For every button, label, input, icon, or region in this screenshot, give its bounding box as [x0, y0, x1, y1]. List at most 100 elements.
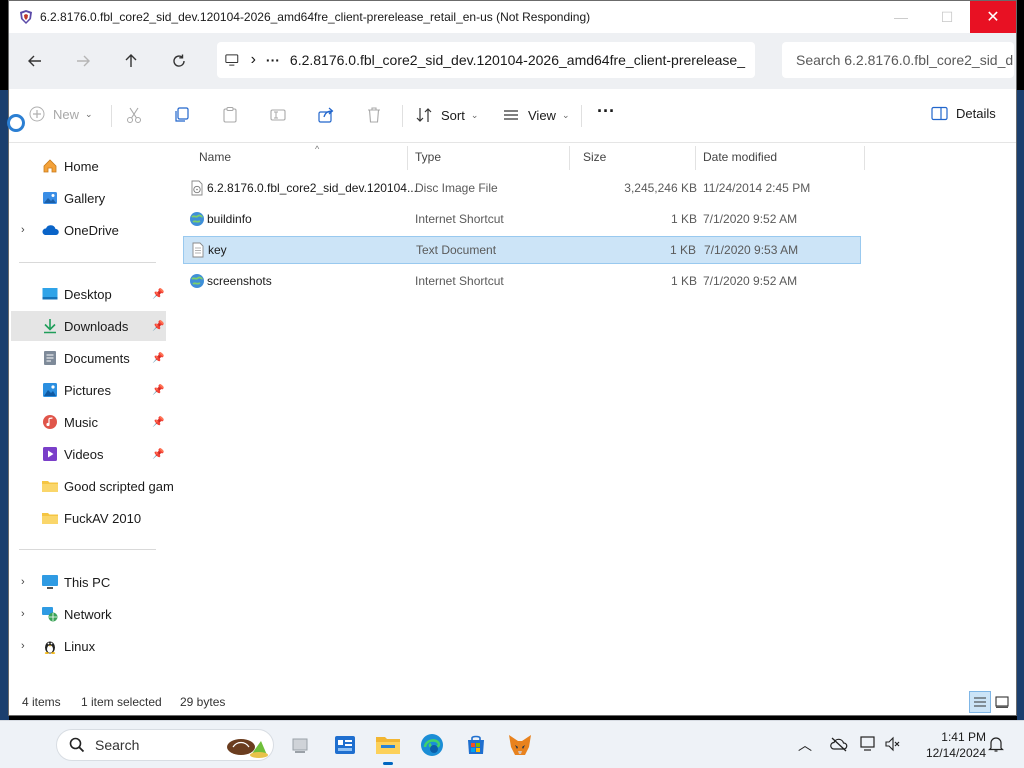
copy-button[interactable]: [173, 106, 191, 124]
disc-image-icon: [191, 180, 203, 196]
address-row: › ··· 6.2.8176.0.fbl_core2_sid_dev.12010…: [9, 33, 1016, 89]
file-date: 7/1/2020 9:53 AM: [704, 243, 799, 257]
address-path[interactable]: 6.2.8176.0.fbl_core2_sid_dev.120104-2026…: [290, 52, 745, 68]
clock-date: 12/14/2024: [925, 746, 986, 760]
sidebar-item-label: OneDrive: [64, 222, 119, 238]
sidebar-item-videos[interactable]: Videos 📌: [11, 439, 166, 469]
sort-button[interactable]: Sort ⌄: [415, 106, 478, 124]
file-name[interactable]: 6.2.8176.0.fbl_core2_sid_dev.120104...: [207, 181, 417, 195]
file-row[interactable]: buildinfo Internet Shortcut 1 KB 7/1/202…: [183, 205, 861, 233]
metamask-button[interactable]: [506, 731, 534, 759]
sidebar-item-label: Network: [64, 606, 112, 622]
close-button[interactable]: ✕: [970, 1, 1016, 33]
fox-icon: [509, 735, 531, 755]
sidebar-item-pictures[interactable]: Pictures 📌: [11, 375, 166, 405]
pin-icon[interactable]: 📌: [152, 321, 164, 332]
pin-icon[interactable]: 📌: [152, 289, 164, 300]
tiles-view-button[interactable]: [991, 691, 1013, 713]
view-lines-icon: [504, 110, 518, 120]
address-ellipsis[interactable]: ···: [266, 52, 280, 68]
minimize-button[interactable]: —: [878, 1, 924, 33]
folder-icon: [376, 737, 400, 754]
onedrive-offline-icon[interactable]: [830, 736, 848, 755]
sidebar-item-desktop[interactable]: Desktop 📌: [11, 279, 166, 309]
pin-icon[interactable]: 📌: [152, 449, 164, 460]
file-row[interactable]: screenshots Internet Shortcut 1 KB 7/1/2…: [183, 267, 861, 295]
chevron-right-icon[interactable]: ›: [21, 608, 25, 620]
command-bar: New ⌄ Sort ⌄ View ⌄ ··· Details: [9, 89, 1016, 143]
file-row-selected[interactable]: key Text Document 1 KB 7/1/2020 9:53 AM: [183, 236, 861, 264]
title-bar[interactable]: 6.2.8176.0.fbl_core2_sid_dev.120104-2026…: [9, 1, 1016, 33]
view-button[interactable]: View ⌄: [502, 106, 570, 124]
edge-browser-button[interactable]: [418, 731, 446, 759]
copy-icon: [175, 107, 189, 122]
sidebar-item-home[interactable]: Home: [11, 151, 166, 181]
address-chevron[interactable]: ›: [251, 51, 256, 69]
sidebar-item-onedrive[interactable]: › OneDrive: [11, 215, 166, 245]
widgets-button[interactable]: [331, 731, 359, 759]
column-divider[interactable]: [695, 146, 696, 170]
pin-icon[interactable]: 📌: [152, 385, 164, 396]
internet-shortcut-icon: [190, 212, 204, 226]
chevron-up-icon[interactable]: ︿: [798, 735, 812, 755]
chevron-right-icon[interactable]: ›: [21, 640, 25, 652]
network-status-icon[interactable]: [860, 736, 878, 755]
share-button[interactable]: [317, 106, 335, 124]
search-highlight-icon: [227, 739, 268, 758]
notification-bell-icon[interactable]: [988, 735, 1004, 756]
volume-muted-icon[interactable]: [884, 736, 900, 755]
back-button[interactable]: [17, 43, 53, 79]
pin-icon[interactable]: 📌: [152, 417, 164, 428]
rename-button[interactable]: [269, 106, 287, 124]
address-bar[interactable]: › ··· 6.2.8176.0.fbl_core2_sid_dev.12010…: [217, 42, 755, 78]
column-header-size[interactable]: Size: [583, 143, 703, 171]
column-divider[interactable]: [864, 146, 865, 170]
paste-button[interactable]: [221, 106, 239, 124]
sidebar-item-linux[interactable]: › Linux: [11, 631, 166, 661]
maximize-button[interactable]: ☐: [924, 1, 970, 33]
file-explorer-taskbar-button[interactable]: [374, 731, 402, 765]
cloud-icon: [41, 222, 59, 238]
sidebar-item-network[interactable]: › Network: [11, 599, 166, 629]
column-header-name[interactable]: Name ^: [199, 143, 407, 171]
details-view-button[interactable]: [969, 691, 991, 713]
file-name[interactable]: key: [208, 243, 227, 257]
file-name[interactable]: buildinfo: [207, 212, 252, 226]
new-button[interactable]: New ⌄: [29, 106, 93, 122]
store-button[interactable]: [462, 731, 490, 759]
sidebar-item-good-scripted-games[interactable]: Good scripted gam: [11, 471, 174, 501]
cut-button[interactable]: [125, 106, 143, 124]
column-header-type[interactable]: Type: [415, 143, 575, 171]
forward-button[interactable]: [65, 43, 101, 79]
sidebar-item-label: Music: [64, 414, 98, 430]
taskbar-search[interactable]: Search: [56, 729, 274, 761]
sidebar-item-label: Pictures: [64, 382, 111, 398]
search-box[interactable]: Search 6.2.8176.0.fbl_core2_sid_d: [782, 42, 1014, 78]
up-button[interactable]: [113, 43, 149, 79]
refresh-button[interactable]: [161, 43, 197, 79]
sidebar-item-label: Desktop: [64, 286, 112, 302]
documents-icon: [41, 350, 59, 366]
gallery-icon: [41, 190, 59, 206]
sidebar-item-this-pc[interactable]: › This PC: [11, 567, 166, 597]
delete-button[interactable]: [365, 106, 383, 124]
details-button[interactable]: Details: [931, 106, 996, 121]
column-divider[interactable]: [569, 146, 570, 170]
file-name[interactable]: screenshots: [207, 274, 272, 288]
pin-icon[interactable]: 📌: [152, 353, 164, 364]
sidebar-item-downloads[interactable]: Downloads 📌: [11, 311, 166, 341]
file-row[interactable]: 6.2.8176.0.fbl_core2_sid_dev.120104... D…: [183, 174, 861, 202]
sidebar-item-label: Gallery: [64, 190, 106, 206]
search-input[interactable]: Search 6.2.8176.0.fbl_core2_sid_d: [796, 52, 1013, 68]
chevron-right-icon[interactable]: ›: [21, 224, 25, 236]
column-divider[interactable]: [407, 146, 408, 170]
sidebar-item-documents[interactable]: Documents 📌: [11, 343, 166, 373]
sidebar-item-gallery[interactable]: Gallery: [11, 183, 166, 213]
chevron-right-icon[interactable]: ›: [21, 576, 25, 588]
more-options-button[interactable]: ···: [597, 101, 615, 122]
sidebar-item-music[interactable]: Music 📌: [11, 407, 166, 437]
column-header-date[interactable]: Date modified: [703, 143, 863, 171]
sidebar-item-fuckav-2010[interactable]: FuckAV 2010: [11, 503, 166, 533]
task-view-button[interactable]: [286, 731, 314, 759]
system-clock[interactable]: 1:41 PM 12/14/2024: [912, 729, 986, 761]
